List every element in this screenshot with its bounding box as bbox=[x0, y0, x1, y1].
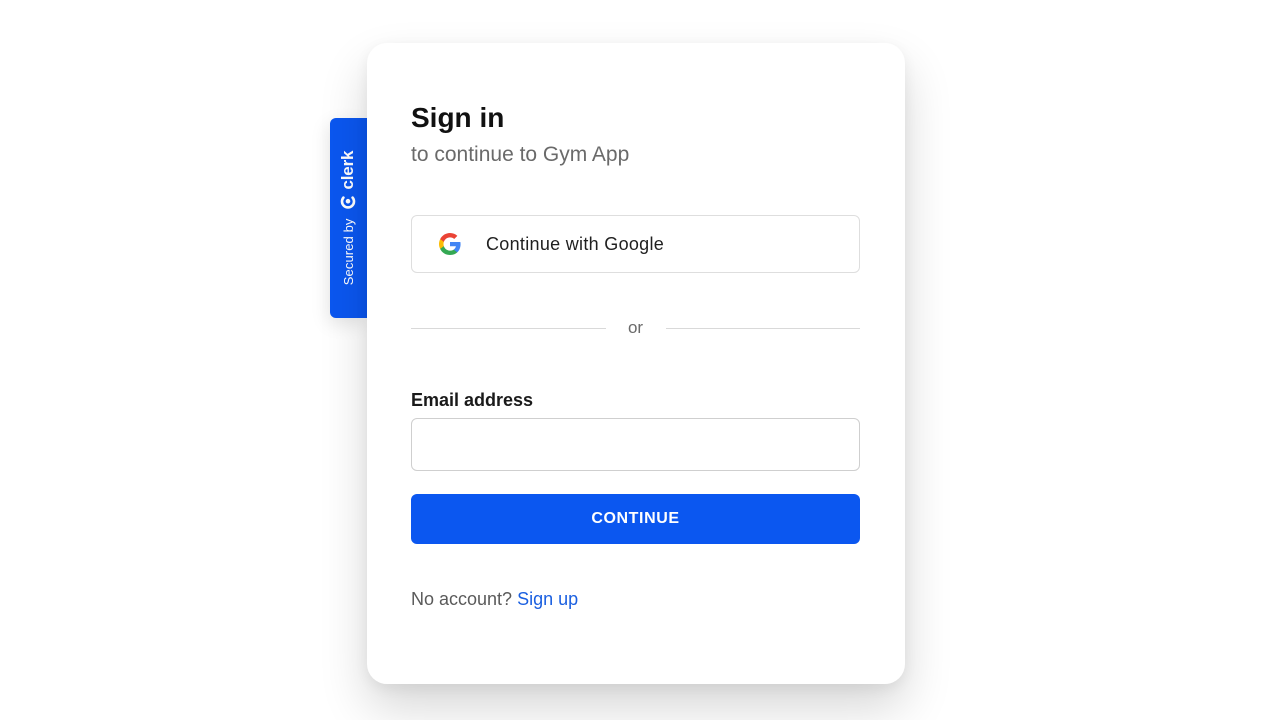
badge-content: Secured by clerk bbox=[338, 151, 358, 285]
secured-by-text: Secured by bbox=[340, 218, 356, 286]
or-divider: or bbox=[411, 318, 860, 338]
clerk-logo-icon bbox=[340, 196, 356, 210]
clerk-wordmark: clerk bbox=[338, 150, 357, 190]
google-icon bbox=[439, 233, 461, 255]
divider-line-right bbox=[665, 327, 860, 329]
email-input[interactable] bbox=[411, 418, 860, 471]
divider-text: or bbox=[627, 318, 644, 337]
continue-with-google-button[interactable]: Continue with Google bbox=[411, 215, 860, 273]
page-subtitle: to continue to Gym App bbox=[411, 143, 630, 166]
signup-prompt: No account? Sign up bbox=[411, 589, 861, 610]
page-title: Sign in bbox=[411, 102, 505, 133]
page: Secured by clerk Sign in to continue to … bbox=[0, 0, 1280, 720]
continue-button[interactable]: CONTINUE bbox=[411, 494, 860, 544]
sign-in-card: Sign in to continue to Gym App Continue … bbox=[367, 43, 905, 684]
secured-by-clerk-badge[interactable]: Secured by clerk bbox=[330, 118, 367, 318]
email-label: Email address bbox=[411, 390, 534, 410]
google-button-label: Continue with Google bbox=[486, 233, 665, 254]
sign-up-link[interactable]: Sign up bbox=[517, 589, 578, 609]
clerk-brand: clerk bbox=[338, 151, 358, 210]
no-account-text: No account? bbox=[411, 589, 513, 609]
divider-line-left bbox=[411, 327, 606, 329]
